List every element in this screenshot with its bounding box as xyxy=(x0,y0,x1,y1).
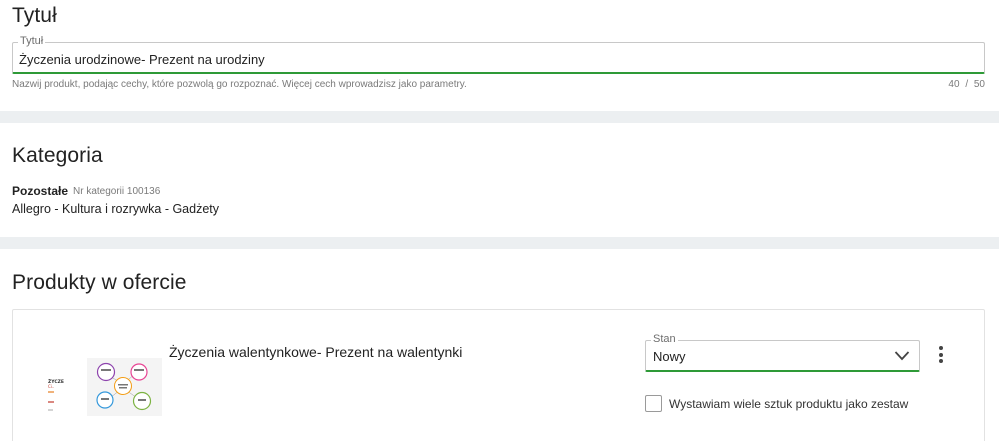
kebab-menu-icon[interactable] xyxy=(935,346,947,366)
char-max: 50 xyxy=(973,79,985,90)
kebab-dot xyxy=(939,346,943,350)
condition-value: Nowy xyxy=(653,349,686,364)
title-helper-text: Nazwij produkt, podając cechy, które poz… xyxy=(12,79,467,90)
section-divider xyxy=(0,237,999,249)
condition-select[interactable]: Stan Nowy xyxy=(645,333,920,372)
products-heading: Produkty w ofercie xyxy=(12,271,187,294)
section-divider xyxy=(0,111,999,123)
title-field[interactable]: Tytuł xyxy=(12,35,985,74)
set-checkbox-label: Wystawiam wiele sztuk produktu jako zest… xyxy=(669,397,909,411)
category-section xyxy=(0,123,999,237)
char-count: 40 xyxy=(948,79,960,90)
title-field-legend: Tytuł xyxy=(18,35,46,48)
chevron-down-icon xyxy=(894,351,910,361)
product-thumbnail: ŻYCZE Ci.. xyxy=(45,356,162,418)
category-number: Nr kategorii 100136 xyxy=(73,186,161,197)
kebab-dot xyxy=(939,352,943,357)
title-char-counter: 40 / 50 xyxy=(948,79,985,90)
category-heading: Kategoria xyxy=(12,144,103,167)
title-input[interactable] xyxy=(19,49,969,69)
product-title: Życzenia walentynkowe- Prezent na walent… xyxy=(169,344,463,360)
category-name: Pozostałe xyxy=(12,184,69,198)
title-section: Tytuł Tytuł Nazwij produkt, podając cech… xyxy=(0,0,999,111)
product-card: ŻYCZE Ci.. Życzenia walentynkowe- Prezen… xyxy=(12,309,985,441)
category-path: Allegro - Kultura i rozrywka - Gadżety xyxy=(12,202,220,216)
set-checkbox[interactable] xyxy=(645,395,662,412)
condition-legend: Stan xyxy=(651,333,678,346)
svg-text:Ci..: Ci.. xyxy=(48,384,54,389)
kebab-dot xyxy=(939,359,943,363)
char-separator: / xyxy=(965,79,969,90)
title-heading: Tytuł xyxy=(12,4,57,27)
